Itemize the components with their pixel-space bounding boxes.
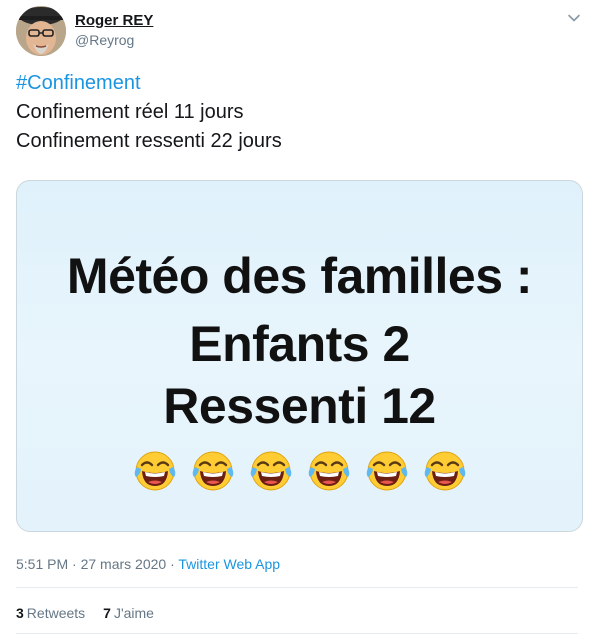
tweet-line: Confinement réel 11 jours [16, 101, 244, 123]
chevron-down-icon[interactable] [566, 10, 582, 26]
likes-stat[interactable]: 7 J'aime [103, 604, 154, 622]
meme-line-children: Enfants 2 [189, 316, 410, 372]
avatar-image [16, 6, 66, 56]
tweet-time[interactable]: 5:51 PM [16, 556, 68, 572]
tweet-media-image[interactable]: Météo des familles : Enfants 2 Ressenti … [16, 180, 583, 532]
tweet-line: Confinement ressenti 22 jours [16, 130, 282, 152]
tweet-text: #Confinement Confinement réel 11 jours C… [16, 69, 282, 156]
retweets-label: Retweets [26, 605, 86, 621]
likes-label: J'aime [113, 605, 154, 621]
meta-separator: · [72, 556, 77, 572]
tweet-meta: 5:51 PM · 27 mars 2020 · Twitter Web App [16, 555, 280, 573]
face-with-tears-of-joy-icon [249, 449, 293, 493]
avatar[interactable] [16, 6, 66, 56]
retweets-count: 3 [16, 605, 24, 621]
likes-count: 7 [103, 605, 111, 621]
divider [16, 587, 578, 588]
meme-title: Météo des familles : [66, 248, 533, 304]
divider [16, 633, 578, 634]
meta-separator: · [170, 556, 175, 572]
face-with-tears-of-joy-icon [133, 449, 177, 493]
face-with-tears-of-joy-icon [307, 449, 351, 493]
source-app-link[interactable]: Twitter Web App [178, 556, 280, 572]
author-handle[interactable]: @Reyrog [75, 31, 153, 49]
author-name[interactable]: Roger REY [75, 12, 153, 30]
face-with-tears-of-joy-icon [191, 449, 235, 493]
tweet-stats: 3 Retweets 7 J'aime [16, 604, 154, 622]
face-with-tears-of-joy-icon [423, 449, 467, 493]
meme-line-felt: Ressenti 12 [163, 378, 436, 434]
emoji-row [17, 449, 582, 493]
tweet-date[interactable]: 27 mars 2020 [81, 556, 167, 572]
author-block[interactable]: Roger REY @Reyrog [75, 12, 153, 49]
hashtag-link[interactable]: #Confinement [16, 69, 282, 98]
retweets-stat[interactable]: 3 Retweets [16, 604, 85, 622]
face-with-tears-of-joy-icon [365, 449, 409, 493]
